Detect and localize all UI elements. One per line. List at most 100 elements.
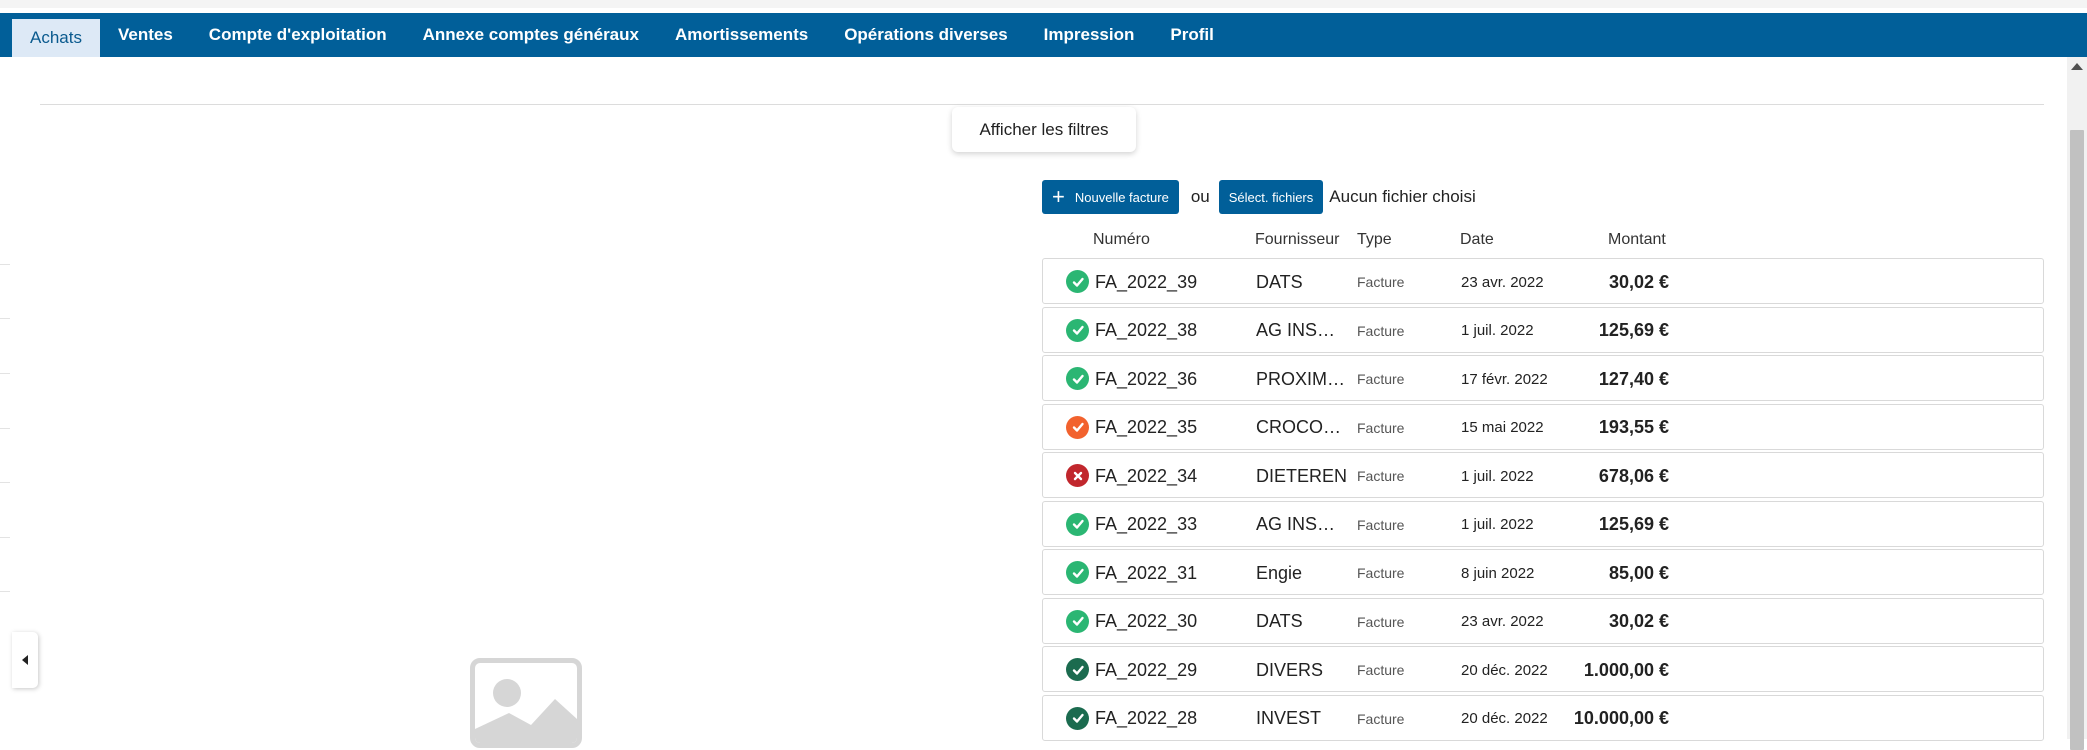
scroll-up-arrow-icon[interactable]	[2071, 63, 2083, 70]
invoice-supplier: Engie	[1256, 562, 1303, 583]
invoice-number: FA_2022_39	[1095, 271, 1198, 292]
invoice-date: 23 avr. 2022	[1461, 273, 1544, 291]
invoice-supplier: AG INS…	[1256, 320, 1336, 340]
invoice-number: FA_2022_35	[1095, 417, 1198, 437]
invoice-number: FA_2022_31	[1095, 562, 1198, 583]
invoice-supplier: DATS	[1256, 271, 1303, 292]
invoice-number: FA_2022_34	[1095, 465, 1198, 486]
table-row[interactable]: FA_2022_38 AG INS… Facture 1 juil. 2022 …	[1042, 306, 2044, 353]
status-check-circle-icon	[1066, 512, 1089, 536]
no-file-chosen-label: Aucun fichier choisi	[1329, 187, 1476, 206]
invoice-type: Facture	[1357, 274, 1405, 290]
table-row[interactable]: FA_2022_28 INVEST Facture 20 déc. 2022 1…	[1042, 694, 2044, 741]
tab-annexe-comptes-generaux[interactable]: Annexe comptes généraux	[405, 13, 657, 57]
invoice-number: FA_2022_28	[1095, 708, 1198, 728]
header-date: Date	[1460, 231, 1494, 248]
invoice-supplier: INVEST	[1256, 708, 1322, 728]
status-check-circle-icon	[1066, 706, 1089, 730]
tab-compte-exploitation[interactable]: Compte d'exploitation	[191, 13, 405, 57]
status-x-circle-icon	[1066, 464, 1089, 487]
header-type: Type	[1357, 231, 1392, 248]
table-header: Numéro Fournisseur Type Date Montant	[1042, 231, 2044, 251]
window-top-strip	[0, 0, 2087, 8]
invoice-amount: 127,40 €	[1598, 368, 1669, 389]
image-placeholder-icon	[470, 658, 582, 748]
invoice-list: FA_2022_39 DATS Facture 23 avr. 2022 30,…	[1042, 258, 2044, 743]
invoice-date: 1 juil. 2022	[1461, 516, 1534, 533]
invoice-type: Facture	[1357, 516, 1405, 533]
show-filters-button[interactable]: Afficher les filtres	[952, 107, 1136, 152]
tab-impression[interactable]: Impression	[1026, 13, 1153, 57]
tab-operations-diverses[interactable]: Opérations diverses	[826, 13, 1025, 57]
vertical-scrollbar[interactable]	[2067, 57, 2087, 750]
invoice-date: 23 avr. 2022	[1461, 613, 1544, 630]
select-files-button[interactable]: Sélect. fichiers	[1218, 180, 1324, 214]
tab-ventes[interactable]: Ventes	[100, 13, 191, 57]
invoice-date: 1 juil. 2022	[1461, 467, 1534, 485]
invoice-supplier: PROXIM…	[1256, 368, 1346, 389]
invoice-amount: 10.000,00 €	[1573, 708, 1669, 728]
tab-amortissements[interactable]: Amortissements	[657, 13, 826, 57]
invoice-amount: 85,00 €	[1608, 562, 1669, 583]
status-check-circle-icon	[1066, 609, 1089, 633]
header-supplier: Fournisseur	[1255, 231, 1340, 248]
status-check-circle-icon	[1066, 658, 1089, 681]
scroll-thumb[interactable]	[2070, 130, 2084, 750]
invoice-date: 15 mai 2022	[1461, 419, 1544, 436]
status-check-circle-icon	[1066, 415, 1089, 439]
table-row[interactable]: FA_2022_29 DIVERS Facture 20 déc. 2022 1…	[1042, 646, 2044, 692]
status-check-circle-icon	[1066, 367, 1089, 390]
invoice-supplier: DIETEREN	[1256, 465, 1348, 486]
table-row[interactable]: FA_2022_34 DIETEREN Facture 1 juil. 2022…	[1042, 452, 2044, 498]
invoice-supplier: DIVERS	[1256, 659, 1324, 680]
invoice-type: Facture	[1357, 322, 1405, 339]
caret-left-icon	[22, 655, 28, 665]
tab-achats[interactable]: Achats	[12, 19, 100, 57]
invoice-amount: 678,06 €	[1598, 465, 1669, 486]
table-row[interactable]: FA_2022_33 AG INS… Facture 1 juil. 2022 …	[1042, 500, 2044, 547]
table-row[interactable]: FA_2022_36 PROXIM… Facture 17 févr. 2022…	[1042, 355, 2044, 401]
table-row[interactable]: FA_2022_39 DATS Facture 23 avr. 2022 30,…	[1042, 258, 2044, 304]
invoice-number: FA_2022_36	[1095, 368, 1198, 389]
table-row[interactable]: FA_2022_30 DATS Facture 23 avr. 2022 30,…	[1042, 597, 2044, 644]
invoice-type: Facture	[1357, 371, 1405, 387]
invoice-amount: 193,55 €	[1598, 417, 1669, 437]
invoice-date: 20 déc. 2022	[1461, 710, 1548, 727]
invoice-type: Facture	[1357, 662, 1405, 678]
header-amount: Montant	[1608, 231, 1666, 248]
invoice-supplier: CROCO…	[1256, 417, 1341, 437]
invoice-number: FA_2022_29	[1095, 659, 1198, 680]
or-label: ou	[1190, 187, 1210, 206]
invoice-number: FA_2022_38	[1095, 320, 1198, 340]
table-row[interactable]: FA_2022_35 CROCO… Facture 15 mai 2022 19…	[1042, 403, 2044, 450]
invoice-amount: 30,02 €	[1608, 271, 1669, 292]
new-invoice-button[interactable]: + Nouvelle facture	[1042, 180, 1179, 214]
invoice-supplier: DATS	[1256, 611, 1303, 631]
tab-profil[interactable]: Profil	[1152, 13, 1231, 57]
plus-icon: +	[1052, 184, 1065, 209]
status-check-circle-icon	[1066, 270, 1089, 293]
invoice-actions: + Nouvelle facture ou Sélect. fichiers A…	[1042, 180, 1476, 214]
table-row[interactable]: FA_2022_31 Engie Facture 8 juin 2022 85,…	[1042, 549, 2044, 595]
invoice-type: Facture	[1357, 613, 1405, 630]
invoice-type: Facture	[1357, 419, 1405, 436]
section-divider	[40, 104, 2044, 105]
main-nav: Achats Ventes Compte d'exploitation Anne…	[0, 13, 2087, 57]
invoice-supplier: AG INS…	[1256, 514, 1336, 534]
invoice-type: Facture	[1357, 710, 1405, 727]
invoice-date: 8 juin 2022	[1461, 564, 1535, 582]
invoice-date: 1 juil. 2022	[1461, 322, 1534, 339]
invoice-type: Facture	[1357, 565, 1405, 581]
invoice-amount: 1.000,00 €	[1583, 659, 1669, 680]
collapse-panel-button[interactable]	[12, 632, 38, 688]
invoice-type: Facture	[1357, 468, 1405, 484]
status-check-circle-icon	[1066, 318, 1089, 342]
invoice-amount: 125,69 €	[1598, 320, 1669, 340]
invoice-number: FA_2022_30	[1095, 611, 1198, 631]
header-number: Numéro	[1093, 231, 1150, 248]
new-invoice-label: Nouvelle facture	[1074, 189, 1169, 205]
invoice-number: FA_2022_33	[1095, 514, 1198, 534]
status-check-circle-icon	[1066, 561, 1089, 584]
invoice-date: 20 déc. 2022	[1461, 661, 1548, 679]
invoice-amount: 125,69 €	[1598, 514, 1669, 534]
